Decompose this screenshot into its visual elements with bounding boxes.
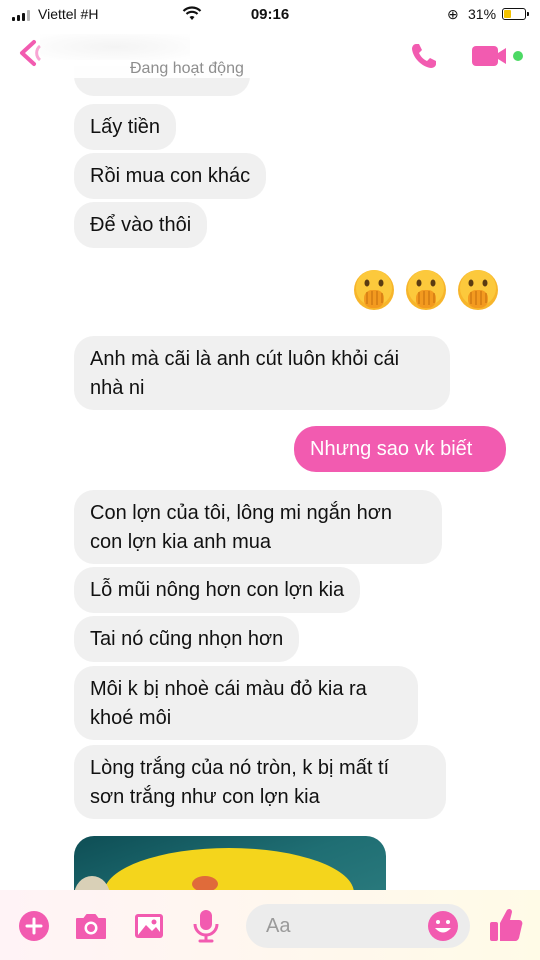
emoji-icon[interactable]	[427, 910, 459, 942]
camera-icon[interactable]	[74, 910, 108, 942]
contact-name-redacted	[40, 34, 190, 60]
message-bubble-incoming: Môi k bị nhoè cái màu đỏ kia ra khoé môi	[74, 666, 418, 740]
message-list[interactable]: Lấy tiền Rồi mua con khác Để vào thôi An…	[0, 0, 540, 960]
composer-bar: Aa	[0, 890, 540, 960]
face-with-hand-over-mouth-icon	[458, 270, 498, 310]
message-bubble-incoming: Tai nó cũng nhọn hơn	[74, 616, 300, 662]
message-bubble-incoming: Lấy tiền	[74, 104, 177, 150]
message-bubble-incoming: Lòng trắng của nó tròn, k bị mất tí sơn …	[74, 745, 446, 819]
message-bubble-incoming: Anh mà cãi là anh cút luôn khỏi cái nhà …	[74, 336, 450, 410]
active-status: Đang hoạt động	[130, 60, 244, 77]
message-bubble-incoming: Rồi mua con khác	[74, 153, 267, 199]
video-icon[interactable]	[470, 42, 526, 70]
image-icon[interactable]	[132, 910, 166, 942]
message-bubble-outgoing: Nhưng sao vk biết	[294, 426, 506, 472]
thumbs-up-icon[interactable]	[488, 906, 524, 944]
face-with-hand-over-mouth-icon	[406, 270, 446, 310]
message-bubble-incoming: Con lợn của tôi, lông mi ngắn hơn con lợ…	[74, 490, 442, 564]
message-bubble-incoming: Để vào thôi	[74, 202, 208, 248]
microphone-icon[interactable]	[192, 908, 220, 944]
face-with-hand-over-mouth-icon	[354, 270, 394, 310]
message-bubble-incoming: Lỗ mũi nông hơn con lợn kia	[74, 567, 361, 613]
message-input-placeholder: Aa	[266, 915, 291, 937]
call-icon[interactable]	[408, 40, 440, 72]
plus-icon[interactable]	[18, 910, 50, 942]
conversation-header: Đang hoạt động	[0, 30, 540, 78]
